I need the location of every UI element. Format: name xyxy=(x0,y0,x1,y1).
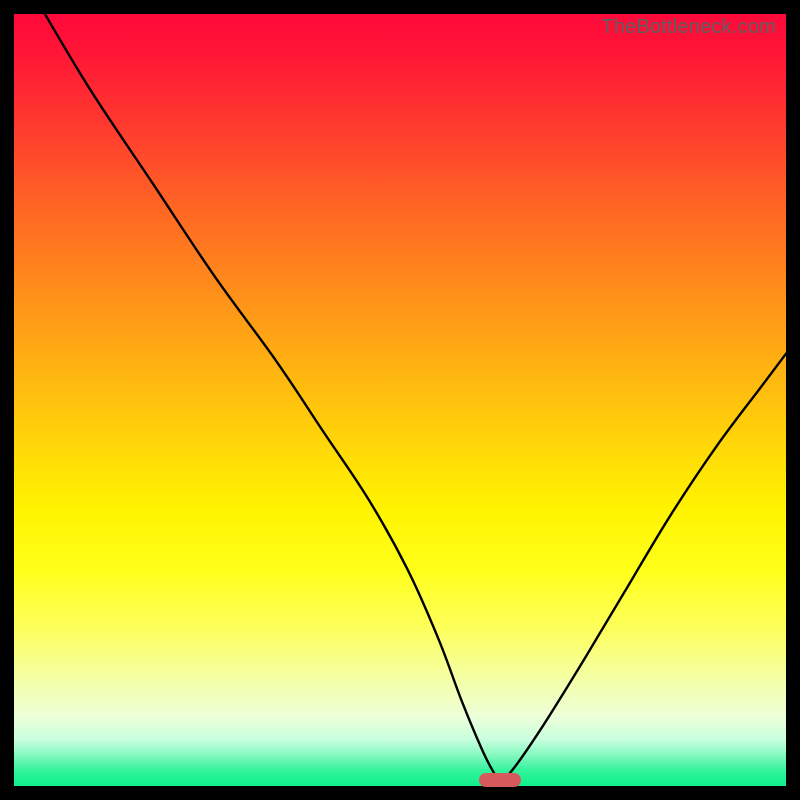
curve-layer xyxy=(14,14,786,786)
plot-area: TheBottleneck.com xyxy=(14,14,786,786)
chart-frame: TheBottleneck.com xyxy=(0,0,800,800)
bottleneck-curve xyxy=(45,14,786,780)
watermark-text: TheBottleneck.com xyxy=(601,16,776,39)
optimum-marker xyxy=(479,773,521,787)
